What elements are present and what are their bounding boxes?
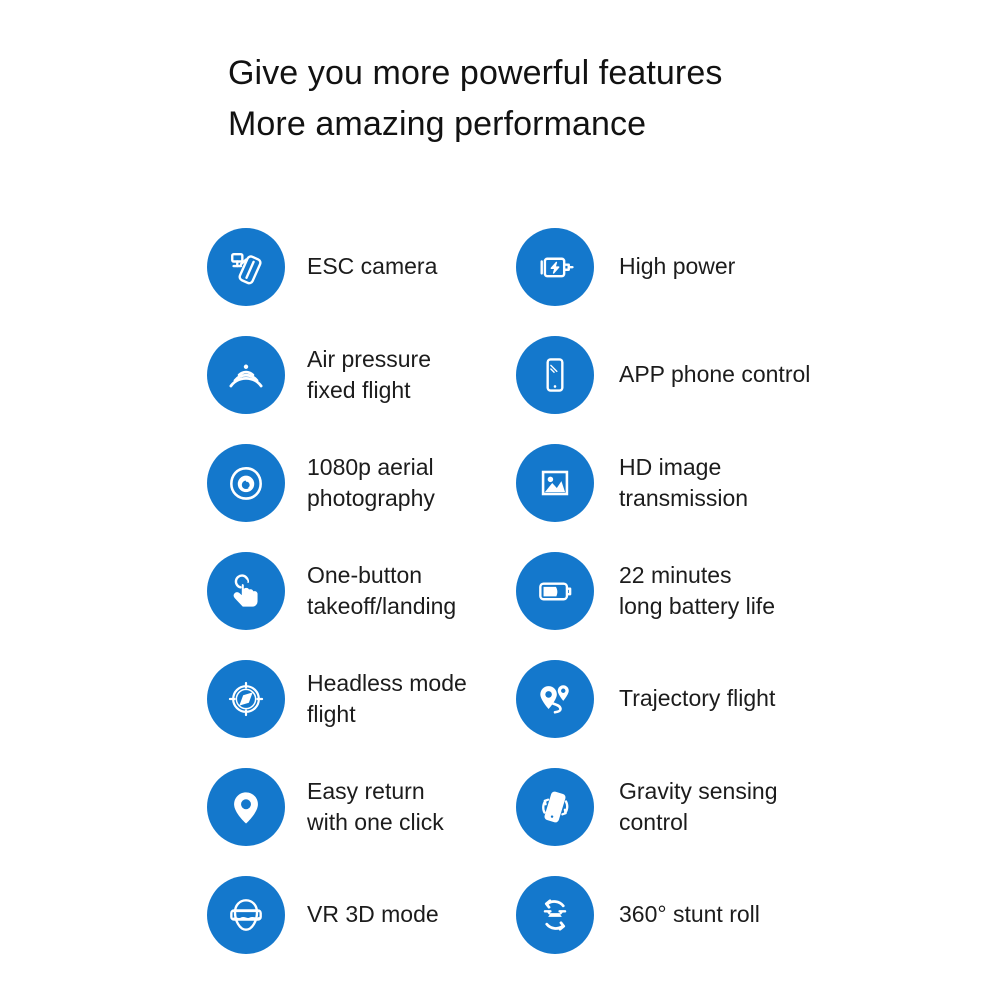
feature-label: Headless mode flight <box>307 669 467 727</box>
battery-icon <box>516 551 594 630</box>
feature-item-high-power[interactable]: High power <box>516 205 735 313</box>
feature-row: Headless mode flight Trajectory flight <box>0 637 1000 745</box>
feature-label: ESC camera <box>307 253 438 279</box>
feature-item-1080p-aerial-photography[interactable]: 1080p aerial photography <box>207 421 435 529</box>
feature-label: One-button takeoff/landing <box>307 561 457 619</box>
tilt-phone-icon <box>516 767 594 846</box>
feature-item-trajectory-flight[interactable]: Trajectory flight <box>516 637 775 745</box>
smartphone-icon <box>516 335 594 414</box>
feature-item-360-stunt-roll[interactable]: 360° stunt roll <box>516 853 760 961</box>
feature-row: Easy return with one click Gravity sensi… <box>0 745 1000 853</box>
drone-flip-icon <box>516 875 594 954</box>
feature-item-one-button-takeoff[interactable]: One-button takeoff/landing <box>207 529 456 637</box>
feature-item-vr-3d-mode[interactable]: VR 3D mode <box>207 853 439 961</box>
feature-row: 1080p aerial photography HD image transm… <box>0 421 1000 529</box>
feature-label: APP phone control <box>619 361 811 387</box>
feature-label: Easy return with one click <box>307 777 444 835</box>
feature-item-battery-life[interactable]: 22 minutes long battery life <box>516 529 775 637</box>
air-pressure-icon <box>207 335 285 414</box>
feature-item-headless-mode[interactable]: Headless mode flight <box>207 637 467 745</box>
feature-label: 22 minutes long battery life <box>619 561 775 619</box>
feature-row: Air pressure fixed flight APP phone cont… <box>0 313 1000 421</box>
vr-headset-icon <box>207 875 285 954</box>
feature-label: HD image transmission <box>619 453 749 511</box>
map-pin-icon <box>207 767 285 846</box>
feature-item-hd-image-transmission[interactable]: HD image transmission <box>516 421 748 529</box>
touch-hand-icon <box>207 551 285 630</box>
esc-camera-icon <box>207 227 285 306</box>
waypoint-route-icon <box>516 659 594 738</box>
compass-icon <box>207 659 285 738</box>
feature-label: VR 3D mode <box>307 901 439 927</box>
feature-item-esc-camera[interactable]: ESC camera <box>207 205 437 313</box>
feature-label: 360° stunt roll <box>619 901 760 927</box>
feature-label: Air pressure fixed flight <box>307 345 431 403</box>
headline-line-1: Give you more powerful features <box>228 54 723 92</box>
feature-item-gravity-sensing[interactable]: Gravity sensing control <box>516 745 778 853</box>
feature-label: 1080p aerial photography <box>307 453 435 511</box>
motor-power-icon <box>516 227 594 306</box>
camera-lens-icon <box>207 443 285 522</box>
feature-row: ESC camera High power <box>0 205 1000 313</box>
feature-item-easy-return[interactable]: Easy return with one click <box>207 745 444 853</box>
feature-label: High power <box>619 253 736 279</box>
feature-list: ESC camera High power Air pressure fixed… <box>0 205 1000 965</box>
feature-item-air-pressure[interactable]: Air pressure fixed flight <box>207 313 431 421</box>
page-title: Give you more powerful features More ama… <box>228 48 928 150</box>
feature-label: Gravity sensing control <box>619 777 778 835</box>
feature-item-app-phone-control[interactable]: APP phone control <box>516 313 810 421</box>
feature-row: One-button takeoff/landing 22 minutes lo… <box>0 529 1000 637</box>
feature-row: VR 3D mode 360° stunt roll <box>0 853 1000 965</box>
headline-line-2: More amazing performance <box>228 105 647 143</box>
image-picture-icon <box>516 443 594 522</box>
feature-label: Trajectory flight <box>619 685 776 711</box>
